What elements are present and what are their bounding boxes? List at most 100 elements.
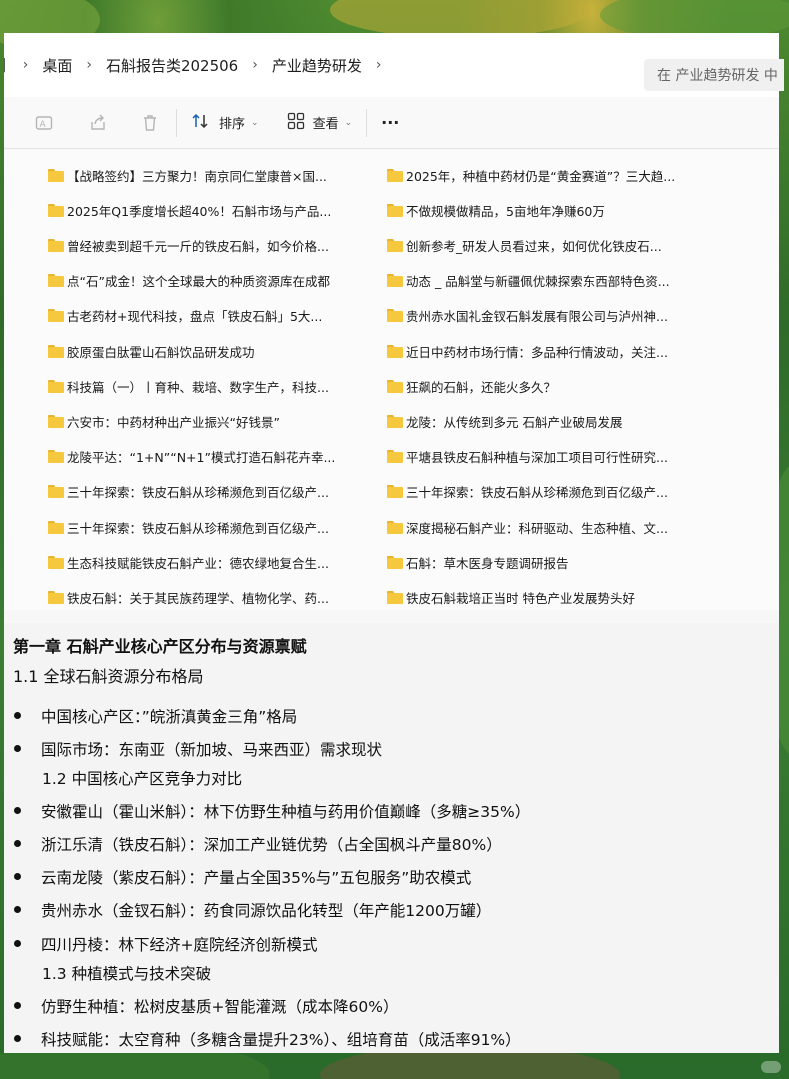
search-input[interactable]: 在 产业趋势研发 中 <box>644 59 784 91</box>
breadcrumb: | › 桌面 › 石斛报告类202506 › 产业趋势研发 › 在 产业趋势研发… <box>2 33 784 97</box>
file-name: 曾经被卖到超千元一斤的铁皮石斛，如今价格... <box>67 238 329 254</box>
breadcrumb-back-chevron[interactable]: | <box>2 57 7 73</box>
file-item[interactable]: 铁皮石斛：关于其民族药理学、植物化学、药... <box>48 586 329 608</box>
watermark-badge <box>761 1061 781 1073</box>
breadcrumb-item-current[interactable]: 产业趋势研发 <box>272 55 362 76</box>
file-name: 三十年探索：铁皮石斛从珍稀濒危到百亿级产... <box>67 520 329 536</box>
delete-icon[interactable] <box>138 111 162 135</box>
bullet-icon <box>14 1002 21 1009</box>
file-item[interactable]: 科技篇（一）丨育种、栽培、数字生产，科技... <box>48 375 329 397</box>
bullet-icon <box>14 807 21 814</box>
file-name: 三十年探索：铁皮石斛从珍稀濒危到百亿级产... <box>406 485 668 501</box>
folder-icon <box>48 379 64 393</box>
file-item[interactable]: 动态 _ 品斛堂与新疆佩优棘探索东西部特色资... <box>387 270 670 292</box>
document-content: 第一章 石斛产业核心产区分布与资源禀赋 1.1 全球石斛资源分布格局 中国核心产… <box>4 623 779 1053</box>
file-name: 深度揭秘石斛产业：科研驱动、生态种植、文... <box>406 520 668 536</box>
sort-button[interactable]: 排序 ⌄ <box>191 112 259 134</box>
file-item[interactable]: 不做规模做精品，5亩地年净赚60万 <box>387 199 605 221</box>
file-item[interactable]: 胶原蛋白肽霍山石斛饮品研发成功 <box>48 340 255 362</box>
file-item[interactable]: 贵州赤水国礼金钗石斛发展有限公司与泸州神... <box>387 305 668 327</box>
file-name: 三十年探索：铁皮石斛从珍稀濒危到百亿级产... <box>67 485 329 501</box>
section-title-1-3: 1.3 种植模式与技术突破 <box>42 965 212 983</box>
section-title-1-2: 1.2 中国核心产区竞争力对比 <box>42 770 243 788</box>
file-item[interactable]: 平塘县铁皮石斛种植与深加工项目可行性研究... <box>387 446 668 468</box>
folder-icon <box>48 168 64 182</box>
bullet-icon <box>14 906 21 913</box>
file-name: 【战略签约】三方聚力！南京同仁堂康普×国... <box>67 168 327 184</box>
file-name: 创新参考_研发人员看过来，如何优化铁皮石... <box>406 238 662 254</box>
rename-icon[interactable]: A <box>32 111 56 135</box>
file-name: 科技篇（一）丨育种、栽培、数字生产，科技... <box>67 379 329 395</box>
folder-icon <box>48 274 64 288</box>
file-item[interactable]: 2025年，种植中药材仍是“黄金赛道”？三大趋... <box>387 164 675 186</box>
file-item[interactable]: 三十年探索：铁皮石斛从珍稀濒危到百亿级产... <box>48 481 329 503</box>
file-item[interactable]: 曾经被卖到超千元一斤的铁皮石斛，如今价格... <box>48 234 329 256</box>
folder-icon <box>48 590 64 604</box>
breadcrumb-separator-icon: › <box>252 57 258 73</box>
folder-icon <box>48 203 64 217</box>
bullet-icon <box>14 873 21 880</box>
list-item: 安徽霍山（霍山米斛）：林下仿野生种植与药用价值巅峰（多糖≥35%） <box>14 800 530 822</box>
file-item[interactable]: 近日中药材市场行情：多品种行情波动，关注... <box>387 340 668 362</box>
list-item: 四川丹棱：林下经济+庭院经济创新模式 <box>14 933 318 955</box>
view-button[interactable]: 查看 ⌄ <box>287 112 353 134</box>
bullet-icon <box>14 745 21 752</box>
folder-icon <box>387 485 403 499</box>
file-item[interactable]: 三十年探索：铁皮石斛从珍稀濒危到百亿级产... <box>48 516 329 538</box>
file-list: 【战略签约】三方聚力！南京同仁堂康普×国... 2025年，种植中药材仍是“黄金赛… <box>4 150 779 610</box>
file-item[interactable]: 深度揭秘石斛产业：科研驱动、生态种植、文... <box>387 516 668 538</box>
breadcrumb-separator-icon[interactable]: › <box>376 57 382 73</box>
file-name: 胶原蛋白肽霍山石斛饮品研发成功 <box>67 344 255 360</box>
file-item[interactable]: 古老药材+现代科技，盘点「铁皮石斛」5大... <box>48 305 322 327</box>
file-item[interactable]: 铁皮石斛栽培正当时 特色产业发展势头好 <box>387 586 635 608</box>
folder-icon <box>387 203 403 217</box>
list-item: 云南龙陵（紫皮石斛）：产量占全国35%与”五包服务”助农模式 <box>14 866 471 888</box>
bullet-icon <box>14 712 21 719</box>
file-item[interactable]: 石斛：草木医身专题调研报告 <box>387 551 569 573</box>
file-name: 龙陵：从传统到多元 石斛产业破局发展 <box>406 414 623 430</box>
sort-label: 排序 <box>219 117 246 132</box>
file-name: 不做规模做精品，5亩地年净赚60万 <box>406 203 605 219</box>
list-item: 仿野生种植：松树皮基质+智能灌溉（成本降60%） <box>14 995 398 1017</box>
folder-icon <box>387 414 403 428</box>
folder-icon <box>387 379 403 393</box>
file-item[interactable]: 龙陵：从传统到多元 石斛产业破局发展 <box>387 410 622 432</box>
breadcrumb-item-report-folder[interactable]: 石斛报告类202506 <box>106 55 238 76</box>
file-item[interactable]: 狂飙的石斛，还能火多久？ <box>387 375 556 397</box>
file-item[interactable]: 生态科技赋能铁皮石斛产业：德农绿地复合生... <box>48 551 329 573</box>
folder-icon <box>387 450 403 464</box>
chevron-down-icon: ⌄ <box>251 117 259 128</box>
more-options-button[interactable]: ··· <box>381 113 399 132</box>
file-name: 近日中药材市场行情：多品种行情波动，关注... <box>406 344 668 360</box>
section-title-1-1: 1.1 全球石斛资源分布格局 <box>13 667 204 686</box>
folder-icon <box>48 414 64 428</box>
file-item[interactable]: 2025年Q1季度增长超40%！石斛市场与产品... <box>48 199 331 221</box>
view-grid-icon <box>287 112 305 134</box>
folder-icon <box>387 555 403 569</box>
share-icon[interactable] <box>86 111 110 135</box>
file-name: 动态 _ 品斛堂与新疆佩优棘探索东西部特色资... <box>406 274 670 290</box>
breadcrumb-item-desktop[interactable]: 桌面 <box>42 55 72 76</box>
file-item[interactable]: 点“石”成金！这个全球最大的种质资源库在成都 <box>48 270 330 292</box>
folder-icon <box>387 590 403 604</box>
folder-icon <box>387 344 403 358</box>
file-item[interactable]: 六安市：中药材种出产业振兴“好钱景” <box>48 410 280 432</box>
svg-text:A: A <box>40 120 47 130</box>
list-item: 国际市场：东南亚（新加坡、马来西亚）需求现状 <box>14 738 382 760</box>
view-label: 查看 <box>312 117 339 132</box>
folder-icon <box>48 555 64 569</box>
file-item[interactable]: 【战略签约】三方聚力！南京同仁堂康普×国... <box>48 164 327 186</box>
folder-icon <box>387 274 403 288</box>
file-name: 六安市：中药材种出产业振兴“好钱景” <box>67 414 280 430</box>
breadcrumb-separator-icon: › <box>22 57 29 73</box>
file-name: 古老药材+现代科技，盘点「铁皮石斛」5大... <box>67 309 323 325</box>
file-name: 2025年Q1季度增长超40%！石斛市场与产品... <box>67 203 332 219</box>
file-item[interactable]: 龙陵平达：“1+N”“N+1”模式打造石斛花卉幸... <box>48 446 335 468</box>
chevron-down-icon: ⌄ <box>344 117 353 128</box>
folder-icon <box>48 520 64 534</box>
file-item[interactable]: 三十年探索：铁皮石斛从珍稀濒危到百亿级产... <box>387 481 668 503</box>
file-item[interactable]: 创新参考_研发人员看过来，如何优化铁皮石... <box>387 234 662 256</box>
file-name: 平塘县铁皮石斛种植与深加工项目可行性研究... <box>406 450 668 466</box>
folder-icon <box>387 309 403 323</box>
toolbar-divider <box>366 108 368 137</box>
